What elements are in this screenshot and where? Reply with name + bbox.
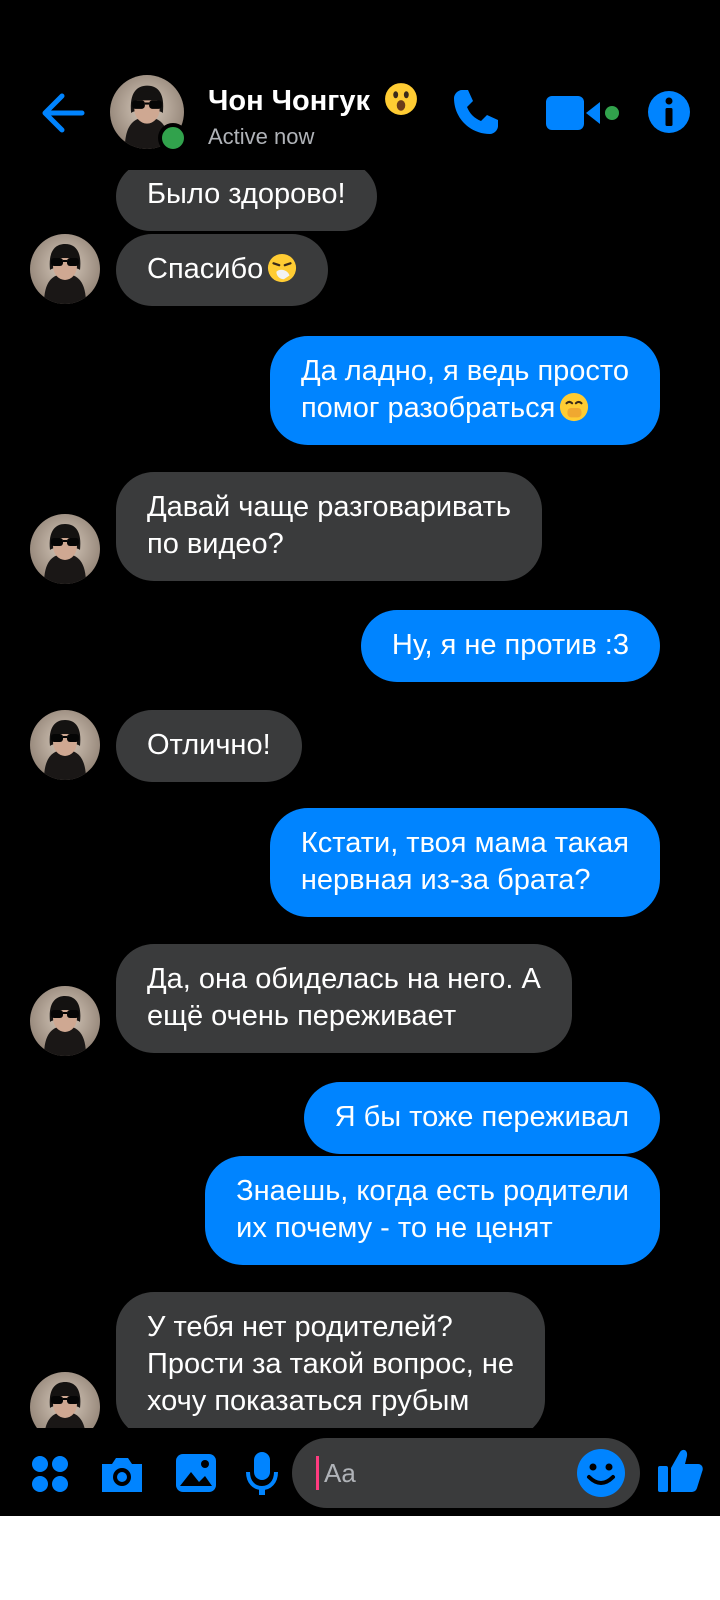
contact-status: Active now <box>208 124 315 149</box>
message-text: нервная из-за брата? <box>300 864 591 896</box>
message-text: Знаешь, когда есть родители <box>236 1175 629 1207</box>
message-text: Кстати, твоя мама такая <box>300 827 629 859</box>
message-text: Я бы тоже переживал <box>334 1101 629 1133</box>
message-text: Да ладно, я ведь просто <box>300 355 629 387</box>
message-text: Да, она обиделась на него. А <box>147 963 541 995</box>
message-text: У тебя нет родителей? <box>147 1311 453 1343</box>
message-text: Было здорово! <box>147 178 346 210</box>
apps-icon[interactable] <box>30 1454 70 1494</box>
messenger-screen: Чон Чонгук Active now Было здорово! Спас… <box>0 0 720 1516</box>
message-input[interactable]: Aa <box>292 1438 640 1508</box>
incoming-message[interactable]: Отлично! <box>116 710 302 782</box>
message-text: по видео? <box>147 528 284 560</box>
message-text: ещё очень переживает <box>147 1000 457 1032</box>
incoming-message[interactable]: У тебя нет родителей? Прости за такой во… <box>116 1292 546 1428</box>
outgoing-message[interactable]: Знаешь, когда есть родители их почему - … <box>205 1156 660 1265</box>
sender-avatar[interactable] <box>30 986 100 1056</box>
online-indicator <box>158 123 188 153</box>
message-text: Спасибо <box>147 253 264 285</box>
message-text: Прости за такой вопрос, не <box>147 1348 515 1380</box>
outgoing-message[interactable]: Да ладно, я ведь просто помог разобратьс… <box>269 336 660 445</box>
incoming-message[interactable]: Давай чаще разговаривать по видео? <box>116 472 542 581</box>
message-text: Отлично! <box>147 729 271 761</box>
message-text: Давай чаще разговаривать <box>147 491 511 523</box>
sneezing-face-icon <box>268 253 297 283</box>
message-text: хочу показаться грубым <box>147 1385 470 1417</box>
outgoing-message[interactable]: Я бы тоже переживал <box>303 1082 660 1154</box>
sender-avatar[interactable] <box>30 514 100 584</box>
outgoing-message[interactable]: Кстати, твоя мама такая нервная из-за бр… <box>269 808 660 917</box>
contact-name: Чон Чонгук <box>208 85 370 117</box>
contact-name-row[interactable]: Чон Чонгук <box>208 82 418 118</box>
hand-over-mouth-face-icon <box>560 392 589 422</box>
smiley-icon[interactable] <box>576 1448 626 1498</box>
bottom-blank-area <box>0 1516 720 1600</box>
surprised-face-icon <box>385 83 417 115</box>
message-text: помог разобраться <box>300 392 556 424</box>
chat-header: Чон Чонгук Active now <box>0 60 720 170</box>
sender-avatar[interactable] <box>30 1372 100 1428</box>
sender-avatar[interactable] <box>30 710 100 780</box>
back-arrow-icon[interactable] <box>38 88 88 138</box>
incoming-message[interactable]: Было здорово! <box>116 170 377 231</box>
outgoing-message[interactable]: Ну, я не против :3 <box>360 610 660 682</box>
text-caret <box>316 1456 319 1490</box>
camera-icon[interactable] <box>98 1454 146 1494</box>
sender-avatar[interactable] <box>30 234 100 304</box>
message-text: их почему - то не ценят <box>236 1212 553 1244</box>
composer-bar: Aa <box>0 1428 720 1516</box>
info-icon[interactable] <box>647 90 691 134</box>
thumbs-up-icon[interactable] <box>656 1446 704 1494</box>
phone-icon[interactable] <box>450 86 502 138</box>
video-camera-icon[interactable] <box>546 92 626 134</box>
gallery-icon[interactable] <box>174 1452 218 1494</box>
message-list[interactable]: Было здорово! Спасибо Да ладно, я ведь п… <box>0 170 720 1428</box>
incoming-message[interactable]: Спасибо <box>116 234 329 306</box>
message-text: Ну, я не против :3 <box>391 629 629 661</box>
incoming-message[interactable]: Да, она обиделась на него. А ещё очень п… <box>116 944 572 1053</box>
microphone-icon[interactable] <box>244 1450 280 1496</box>
message-input-placeholder: Aa <box>324 1458 356 1488</box>
